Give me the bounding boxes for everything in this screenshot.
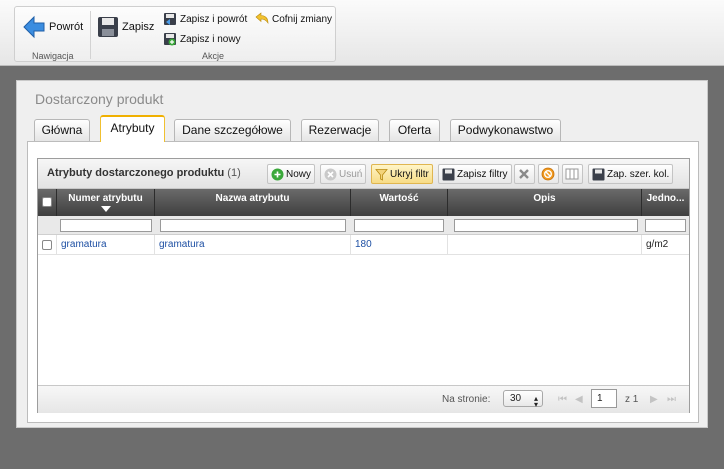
columns-icon — [565, 167, 579, 181]
first-page-icon[interactable]: ⏮ — [558, 394, 567, 405]
cell-unit: g/m2 — [646, 239, 669, 250]
per-page-select[interactable]: 30 ▴ ▾ — [503, 390, 543, 409]
group-label-navigation: Nawigacja — [32, 51, 74, 61]
floppy-disk-icon — [97, 16, 119, 38]
new-button-label: Nowy — [286, 168, 312, 180]
tab-podwykonawstwo[interactable]: Podwykonawstwo — [450, 119, 561, 141]
floppy-disk-icon — [592, 168, 605, 181]
grid-header: Numer atrybutu Nazwa atrybutu Wartość Op… — [38, 189, 689, 216]
ribbon-toolbar: Powrót Nawigacja Zapisz Zapisz i powrót … — [0, 0, 724, 66]
undo-changes-button[interactable]: Cofnij zmiany — [255, 12, 332, 26]
save-column-width-button[interactable]: Zap. szer. kol. — [588, 164, 674, 184]
tab-atrybuty[interactable]: Atrybuty — [100, 115, 165, 142]
filter-name-input[interactable] — [160, 219, 346, 232]
save-button[interactable]: Zapisz — [97, 16, 154, 38]
attributes-tab-panel: Atrybuty dostarczonego produktu (1) Nowy… — [27, 141, 699, 423]
no-entry-icon — [541, 167, 555, 181]
reset-button[interactable] — [538, 164, 559, 184]
delete-circle-icon — [324, 168, 337, 181]
group-separator — [90, 11, 91, 59]
save-and-new-label: Zapisz i nowy — [180, 33, 241, 45]
save-button-label: Zapisz — [122, 21, 155, 33]
grid-count: (1) — [227, 167, 241, 179]
table-row[interactable]: gramatura gramatura 180 g/m2 — [38, 235, 689, 255]
next-page-icon[interactable]: ▶ — [650, 394, 658, 405]
columns-button[interactable] — [562, 164, 583, 184]
attributes-grid: Atrybuty dostarczonego produktu (1) Nowy… — [37, 158, 690, 413]
funnel-icon — [375, 168, 388, 181]
filter-description-input[interactable] — [454, 219, 638, 232]
column-header-name[interactable]: Nazwa atrybutu — [155, 189, 351, 216]
tab-oferta[interactable]: Oferta — [389, 119, 440, 141]
cell-name[interactable]: gramatura — [155, 235, 351, 255]
grid-title: Atrybuty dostarczonego produktu (1) — [47, 167, 241, 179]
save-column-width-label: Zap. szer. kol. — [607, 168, 670, 180]
column-header-number[interactable]: Numer atrybutu — [57, 189, 155, 216]
back-arrow-icon — [22, 15, 46, 39]
undo-arrow-icon — [255, 12, 269, 26]
column-header-number-label: Numer atrybutu — [68, 193, 143, 204]
row-checkbox[interactable] — [42, 240, 52, 250]
filter-unit-input[interactable] — [645, 219, 686, 232]
floppy-return-icon — [163, 12, 177, 26]
dialog-title: Dostarczony produkt — [35, 91, 164, 107]
delete-button-label: Usuń — [339, 168, 363, 180]
column-header-description[interactable]: Opis — [448, 189, 642, 216]
page-count-label: z 1 — [625, 394, 639, 405]
column-header-value[interactable]: Wartość — [351, 189, 448, 216]
save-and-return-button[interactable]: Zapisz i powrót — [163, 12, 247, 26]
back-button[interactable]: Powrót — [22, 15, 83, 39]
back-button-label: Powrót — [49, 21, 84, 33]
filter-row — [38, 216, 689, 235]
tab-glowna[interactable]: Główna — [34, 119, 90, 141]
floppy-disk-icon — [442, 168, 455, 181]
last-page-icon[interactable]: ⏭ — [667, 394, 676, 405]
group-label-actions: Akcje — [202, 51, 225, 61]
ribbon-groups: Powrót Nawigacja Zapisz Zapisz i powrót … — [14, 6, 336, 62]
clear-filter-button[interactable] — [514, 164, 535, 184]
new-button[interactable]: Nowy — [267, 164, 316, 184]
prev-page-icon[interactable]: ◀ — [575, 394, 583, 405]
sort-desc-icon — [100, 206, 111, 212]
hide-filter-button[interactable]: Ukryj filtr — [371, 164, 433, 184]
close-x-icon — [517, 167, 531, 181]
save-and-return-label: Zapisz i powrót — [180, 13, 248, 25]
tab-dane-szczegolowe[interactable]: Dane szczegółowe — [174, 119, 291, 141]
select-all-checkbox[interactable] — [42, 197, 52, 207]
grid-toolbar: Atrybuty dostarczonego produktu (1) Nowy… — [38, 159, 689, 189]
cell-value[interactable]: 180 — [351, 235, 448, 255]
save-filters-button[interactable]: Zapisz filtry — [438, 164, 512, 184]
save-filters-label: Zapisz filtry — [457, 168, 508, 180]
pager: Na stronie: 30 ▴ ▾ ⏮ ◀ 1 z 1 ▶ ⏭ — [38, 385, 689, 413]
cell-description — [448, 235, 642, 255]
filter-value-input[interactable] — [354, 219, 444, 232]
tab-rezerwacje[interactable]: Rezerwacje — [301, 119, 379, 141]
filter-number-input[interactable] — [60, 219, 152, 232]
product-dialog: Dostarczony produkt Główna Atrybuty Dane… — [16, 80, 708, 428]
page-number-input[interactable]: 1 — [591, 389, 617, 408]
floppy-plus-icon — [163, 32, 177, 46]
per-page-value: 30 — [510, 393, 522, 404]
hide-filter-label: Ukryj filtr — [390, 168, 429, 180]
plus-circle-icon — [271, 168, 284, 181]
column-header-unit[interactable]: Jedno... — [642, 189, 689, 216]
undo-changes-label: Cofnij zmiany — [272, 13, 333, 25]
delete-button[interactable]: Usuń — [320, 164, 367, 184]
save-and-new-button[interactable]: Zapisz i nowy — [163, 32, 241, 46]
grid-title-text: Atrybuty dostarczonego produktu — [47, 167, 225, 179]
select-all-cell — [38, 189, 57, 216]
per-page-label: Na stronie: — [442, 394, 491, 405]
row-select-cell — [38, 235, 57, 255]
spinner-down-icon: ▾ — [533, 400, 538, 409]
cell-number[interactable]: gramatura — [57, 235, 155, 255]
